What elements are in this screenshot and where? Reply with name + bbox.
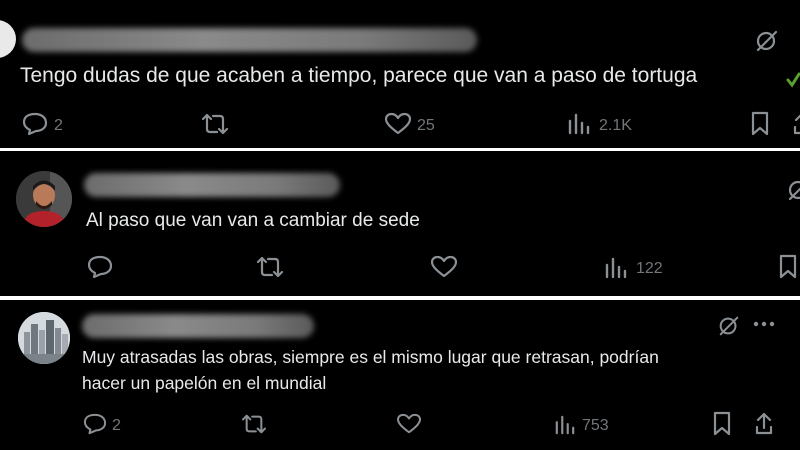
check-emoji-icon (786, 71, 800, 89)
grok-icon[interactable] (786, 177, 800, 203)
post-text-line-1: Muy atrasadas las obras, siempre es el m… (82, 347, 659, 367)
post-3: Muy atrasadas las obras, siempre es el m… (0, 300, 800, 450)
repost-icon[interactable] (240, 413, 268, 435)
repost-icon[interactable] (255, 255, 285, 279)
reply-icon[interactable] (87, 255, 113, 279)
author-name-blurred[interactable] (84, 173, 340, 197)
author-name-blurred[interactable] (22, 28, 477, 52)
author-name-blurred[interactable] (82, 314, 314, 338)
avatar[interactable] (0, 20, 16, 58)
view-count: 753 (582, 417, 609, 434)
reply-count: 2 (112, 417, 121, 434)
grok-icon[interactable] (717, 314, 741, 338)
avatar[interactable] (16, 171, 72, 227)
post-2: Al paso que van van a cambiar de sede 12… (0, 151, 800, 296)
bookmark-icon[interactable] (750, 111, 770, 137)
share-icon[interactable] (792, 111, 800, 137)
post-text: Al paso que van van a cambiar de sede (86, 210, 420, 231)
view-count: 2.1K (599, 117, 632, 134)
reply-icon[interactable] (83, 413, 107, 435)
view-count: 122 (636, 260, 663, 277)
like-icon[interactable] (396, 413, 422, 435)
reply-count: 2 (54, 117, 63, 134)
avatar[interactable] (18, 312, 70, 364)
grok-icon[interactable] (754, 28, 780, 54)
post-text-line-2: hacer un papelón en el mundial (82, 373, 327, 393)
bookmark-icon[interactable] (712, 411, 732, 437)
views-icon[interactable] (567, 113, 591, 135)
views-icon[interactable] (604, 257, 628, 279)
like-icon[interactable] (430, 255, 458, 279)
bookmark-icon[interactable] (778, 254, 798, 280)
post-text: Tengo dudas de que acaben a tiempo, pare… (20, 64, 698, 87)
repost-icon[interactable] (200, 112, 230, 136)
share-icon[interactable] (754, 411, 774, 437)
man-portrait-icon (16, 171, 72, 227)
like-count: 25 (417, 117, 435, 134)
like-icon[interactable] (384, 112, 412, 136)
more-options-icon[interactable] (752, 320, 776, 328)
city-skyline-icon (18, 312, 70, 364)
views-icon[interactable] (554, 415, 576, 435)
reply-icon[interactable] (22, 112, 48, 136)
post-1: Tengo dudas de que acaben a tiempo, pare… (0, 0, 800, 148)
